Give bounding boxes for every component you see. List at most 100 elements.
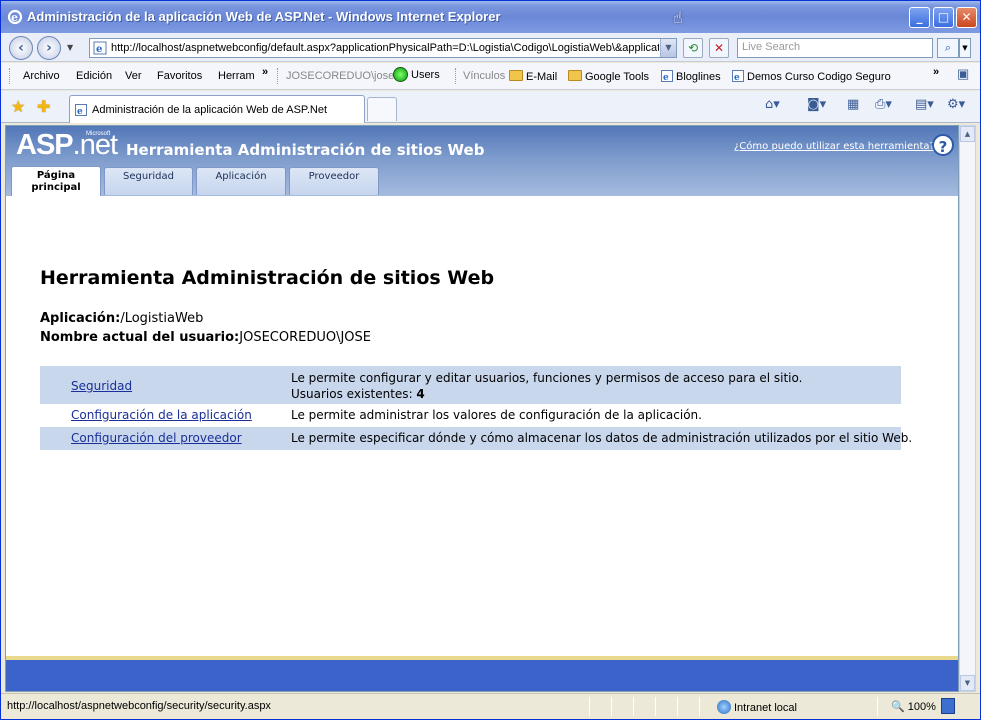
tab-seguridad[interactable]: Seguridad xyxy=(104,167,193,195)
menu-favoritos[interactable]: Favoritos xyxy=(157,70,202,82)
links-label: Vínculos xyxy=(463,70,506,82)
forward-button[interactable]: › xyxy=(37,36,61,60)
row-description: Le permite administrar los valores de co… xyxy=(291,408,702,422)
table-row: Configuración del proveedor Le permite e… xyxy=(40,427,912,450)
maximize-button[interactable]: □ xyxy=(933,7,954,28)
zoom-dropdown-icon[interactable] xyxy=(941,698,955,714)
add-favorite-icon[interactable]: ✚ xyxy=(37,97,50,116)
title-bar: e Administración de la aplicación Web de… xyxy=(1,1,980,33)
svg-text:e: e xyxy=(11,11,18,24)
page-icon: e xyxy=(75,104,87,116)
menu-edicion[interactable]: Edición xyxy=(76,70,112,82)
toolbar-grip xyxy=(9,68,12,84)
existing-users-count: Usuarios existentes: 4 xyxy=(291,387,425,401)
page-icon: e xyxy=(93,41,107,55)
menu-bar: Archivo Edición Ver Favoritos Herram » J… xyxy=(1,63,980,90)
browser-window: e Administración de la aplicación Web de… xyxy=(0,0,981,720)
help-icon[interactable]: ? xyxy=(932,134,954,156)
status-separator xyxy=(633,697,634,716)
row-description: Le permite configurar y editar usuarios,… xyxy=(291,371,803,385)
table-row: Configuración de la aplicación Le permit… xyxy=(40,404,901,427)
print-icon[interactable]: ⎙▾ xyxy=(875,97,892,117)
status-separator xyxy=(589,697,590,716)
config-aplicacion-link[interactable]: Configuración de la aplicación xyxy=(71,408,252,422)
link-demos-curso[interactable]: e Demos Curso Codigo Seguro xyxy=(732,70,891,83)
page-content: ASP.net Microsoft Herramienta Administra… xyxy=(5,125,959,692)
address-bar[interactable]: e http://localhost/aspnetwebconfig/defau… xyxy=(89,38,677,58)
toolbar-grip xyxy=(455,68,458,84)
intranet-globe-icon xyxy=(717,700,731,714)
aspnet-logo: ASP.net Microsoft xyxy=(16,129,118,161)
status-separator xyxy=(655,697,656,716)
status-separator xyxy=(877,697,878,716)
config-proveedor-link[interactable]: Configuración del proveedor xyxy=(71,431,242,445)
menu-overflow-icon[interactable]: » xyxy=(262,66,268,78)
feeds-icon[interactable]: ◙▾ xyxy=(807,97,826,117)
tab-pagina-principal[interactable]: Página principal xyxy=(11,166,101,196)
application-info: Aplicación:/LogistiaWeb xyxy=(40,311,204,326)
menu-ver[interactable]: Ver xyxy=(125,70,142,82)
tools-gear-icon[interactable]: ⚙▾ xyxy=(947,97,965,117)
zoom-level[interactable]: 🔍 100% xyxy=(891,700,936,713)
new-tab-button[interactable] xyxy=(367,97,397,121)
search-icon[interactable]: ⌕ xyxy=(937,38,959,58)
folder-icon xyxy=(509,70,523,81)
svg-text:e: e xyxy=(734,73,740,82)
stop-icon[interactable]: ✕ xyxy=(709,38,729,58)
link-google-tools[interactable]: Google Tools xyxy=(568,70,649,83)
close-button[interactable]: ✕ xyxy=(956,7,977,28)
history-dropdown-icon[interactable]: ▼ xyxy=(67,43,73,52)
svg-text:e: e xyxy=(77,107,83,116)
page-icon: e xyxy=(661,70,673,82)
grid-icon[interactable]: ▦ xyxy=(847,97,859,117)
search-options-icon[interactable]: ▼ xyxy=(959,38,971,58)
footer-bar xyxy=(6,656,958,691)
tab-bar: ★ ✚ e Administración de la aplicación We… xyxy=(1,91,980,123)
admin-menu-table: Seguridad Le permite configurar y editar… xyxy=(40,366,912,450)
status-bar: http://localhost/aspnetwebconfig/securit… xyxy=(1,693,980,719)
user-info: Nombre actual del usuario:JOSECOREDUO\JO… xyxy=(40,330,372,345)
search-input[interactable]: Live Search xyxy=(737,38,933,58)
home-icon[interactable]: ⌂▾ xyxy=(765,97,780,117)
help-link[interactable]: ¿Cómo puedo utilizar esta herramienta? xyxy=(734,141,935,152)
folder-icon xyxy=(568,70,582,81)
security-zone[interactable]: Intranet local xyxy=(717,700,797,714)
status-separator xyxy=(611,697,612,716)
status-separator xyxy=(699,697,700,716)
seguridad-link[interactable]: Seguridad xyxy=(71,379,132,393)
address-dropdown-icon[interactable]: ▼ xyxy=(660,39,676,57)
link-email[interactable]: E-Mail xyxy=(509,70,557,83)
svg-text:e: e xyxy=(663,73,669,82)
link-bloglines[interactable]: e Bloglines xyxy=(661,70,721,83)
menu-archivo[interactable]: Archivo xyxy=(23,70,60,82)
address-toolbar: ‹ › ▼ e http://localhost/aspnetwebconfig… xyxy=(1,33,980,62)
page-menu-icon[interactable]: ▤▾ xyxy=(915,97,934,117)
banner-title: Herramienta Administración de sitios Web xyxy=(126,141,485,159)
status-separator xyxy=(677,697,678,716)
status-text: http://localhost/aspnetwebconfig/securit… xyxy=(7,700,271,712)
row-description: Le permite especificar dónde y cómo alma… xyxy=(291,431,913,445)
address-url[interactable]: http://localhost/aspnetwebconfig/default… xyxy=(111,42,659,54)
back-button[interactable]: ‹ xyxy=(9,36,33,60)
tab-current[interactable]: e Administración de la aplicación Web de… xyxy=(69,95,365,123)
page-icon: e xyxy=(732,70,744,82)
scroll-down-icon[interactable]: ▼ xyxy=(960,675,975,691)
refresh-icon[interactable]: ⟲ xyxy=(683,38,703,58)
tab-aplicacion[interactable]: Aplicación xyxy=(196,167,286,195)
zoom-icon: 🔍 xyxy=(891,701,905,713)
ie-logo-icon: e xyxy=(7,9,23,25)
menu-herramientas[interactable]: Herram xyxy=(218,70,255,82)
tab-proveedor[interactable]: Proveedor xyxy=(289,167,379,195)
toolbar-options-icon[interactable]: ▣ xyxy=(957,66,969,86)
hand-cursor-icon: ☝ xyxy=(673,8,683,27)
favorites-star-icon[interactable]: ★ xyxy=(11,97,25,116)
window-title: Administración de la aplicación Web de A… xyxy=(27,9,501,24)
users-link[interactable]: Users xyxy=(393,67,440,82)
minimize-button[interactable]: _ xyxy=(909,7,930,28)
vertical-scrollbar[interactable]: ▲ ▼ xyxy=(959,125,976,692)
tab-label: Administración de la aplicación Web de A… xyxy=(92,104,328,116)
status-green-icon xyxy=(393,67,408,82)
svg-text:e: e xyxy=(96,44,102,55)
scroll-up-icon[interactable]: ▲ xyxy=(960,126,975,142)
links-overflow-icon[interactable]: » xyxy=(933,66,939,78)
